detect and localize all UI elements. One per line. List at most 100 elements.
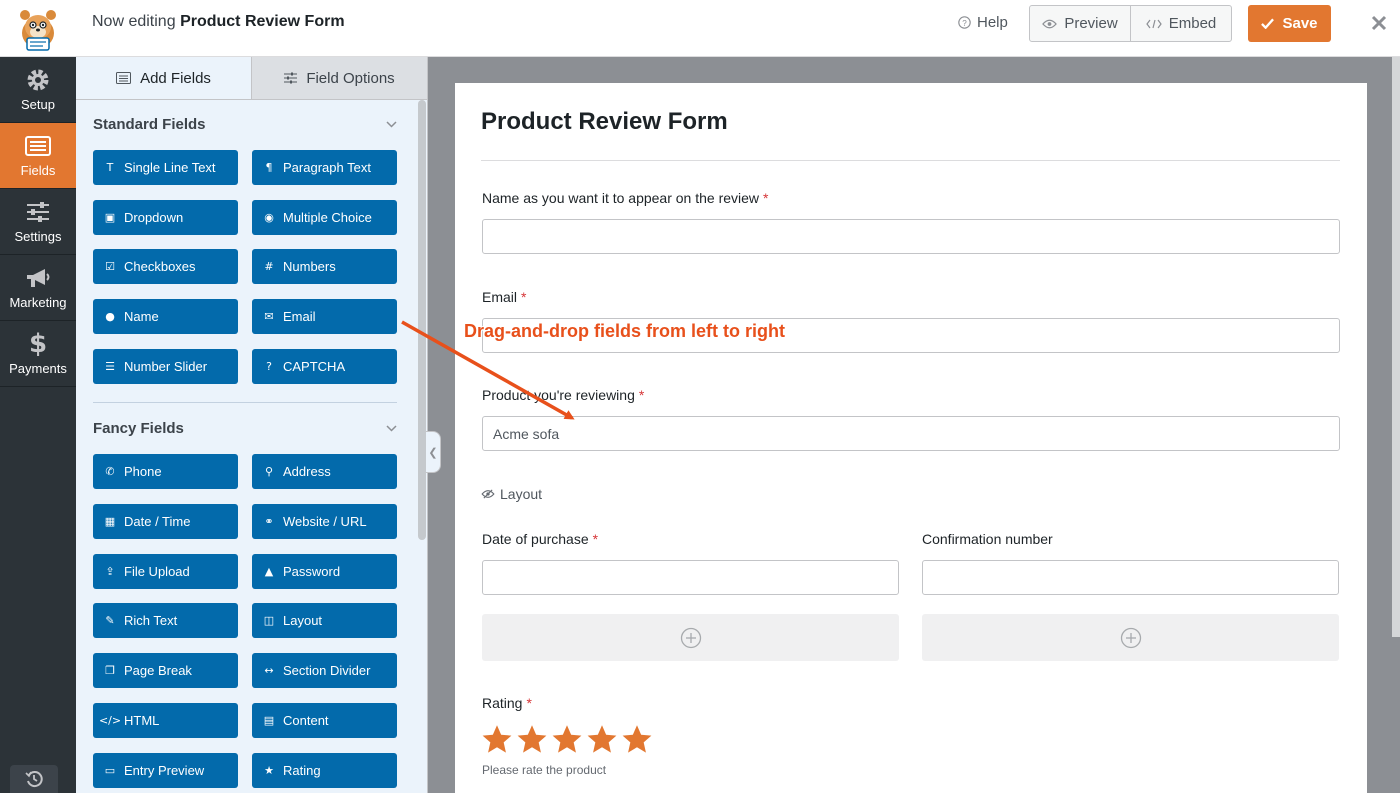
envelope-icon: ✉ — [264, 310, 274, 323]
sliders-icon — [26, 200, 50, 224]
name-field-label[interactable]: Name as you want it to appear on the rev… — [482, 190, 769, 206]
upload-icon: ⇪ — [105, 565, 115, 578]
save-label: Save — [1282, 15, 1318, 32]
plus-circle-icon — [1120, 627, 1141, 648]
field-label: Paragraph Text — [283, 160, 371, 175]
field-button-page-break[interactable]: ❐ Page Break — [93, 653, 238, 688]
star-icon[interactable] — [516, 724, 548, 755]
field-label: Page Break — [124, 663, 192, 678]
field-label: CAPTCHA — [283, 359, 346, 374]
field-button-email[interactable]: ✉ Email — [252, 299, 397, 334]
product-input[interactable]: Acme sofa — [482, 416, 1340, 451]
text-icon: T — [106, 161, 114, 174]
preview-scrollbar[interactable] — [1392, 57, 1400, 637]
tab-field-options[interactable]: Field Options — [251, 57, 427, 99]
star-icon[interactable] — [551, 724, 583, 755]
field-button-rich-text[interactable]: ✎ Rich Text — [93, 603, 238, 638]
close-builder-button[interactable] — [1358, 0, 1400, 46]
fancy-fields-heading[interactable]: Fancy Fields — [93, 420, 397, 437]
field-button-address[interactable]: ⚲ Address — [252, 454, 397, 489]
rating-field-label[interactable]: Rating * — [482, 695, 532, 711]
nav-item-fields[interactable]: Fields — [0, 123, 76, 189]
confirmation-field-label[interactable]: Confirmation number — [922, 531, 1053, 547]
field-label: Phone — [124, 464, 162, 479]
field-button-captcha[interactable]: ? CAPTCHA — [252, 349, 397, 384]
rating-stars[interactable] — [481, 724, 653, 755]
field-button-paragraph-text[interactable]: ¶ Paragraph Text — [252, 150, 397, 185]
field-label: Rich Text — [124, 613, 178, 628]
layout-column-dropzone-right[interactable] — [922, 614, 1339, 661]
save-button[interactable]: Save — [1248, 5, 1331, 42]
dropdown-icon: ▣ — [104, 211, 116, 224]
layout-block-label[interactable]: Layout — [481, 486, 542, 502]
wpforms-logo[interactable] — [0, 0, 76, 56]
field-button-number-slider[interactable]: ☰ Number Slider — [93, 349, 238, 384]
nav-label-setup: Setup — [21, 96, 55, 112]
field-label: Multiple Choice — [283, 210, 372, 225]
confirmation-input[interactable] — [922, 560, 1339, 595]
eye-slash-icon — [481, 489, 495, 499]
tab-add-fields[interactable]: Add Fields — [76, 57, 251, 99]
field-label: HTML — [124, 713, 160, 728]
layout-label-text: Layout — [500, 486, 543, 502]
field-label: Address — [283, 464, 331, 479]
field-button-content[interactable]: ▤ Content — [252, 703, 397, 738]
field-label: Entry Preview — [124, 763, 205, 778]
chevron-left-icon: ❮ — [428, 446, 438, 459]
nav-item-payments[interactable]: $ Payments — [0, 321, 76, 387]
date-input[interactable] — [482, 560, 899, 595]
field-button-password[interactable]: ▲ Password — [252, 554, 397, 589]
field-button-checkboxes[interactable]: ☑ Checkboxes — [93, 249, 238, 284]
standard-fields-heading[interactable]: Standard Fields — [93, 116, 397, 133]
field-button-entry-preview[interactable]: ▭ Entry Preview — [93, 753, 238, 788]
field-button-layout[interactable]: ◫ Layout — [252, 603, 397, 638]
columns-icon: ◫ — [263, 614, 275, 627]
field-button-section-divider[interactable]: ↔ Section Divider — [252, 653, 397, 688]
label-text: Date of purchase — [482, 531, 589, 547]
field-button-website-url[interactable]: ⚭ Website / URL — [252, 504, 397, 539]
name-input[interactable] — [482, 219, 1340, 254]
field-label: Section Divider — [283, 663, 371, 678]
nav-label-fields: Fields — [20, 162, 56, 178]
field-button-rating[interactable]: ★ Rating — [252, 753, 397, 788]
nav-item-setup[interactable]: Setup — [0, 57, 76, 123]
field-button-multiple-choice[interactable]: ◉ Multiple Choice — [252, 200, 397, 235]
tab-add-fields-label: Add Fields — [140, 69, 211, 87]
field-button-dropdown[interactable]: ▣ Dropdown — [93, 200, 238, 235]
field-button-phone[interactable]: ✆ Phone — [93, 454, 238, 489]
form-name: Product Review Form — [180, 13, 345, 30]
field-button-html[interactable]: </> HTML — [93, 703, 238, 738]
section-divider — [93, 402, 397, 403]
nav-item-marketing[interactable]: Marketing — [0, 255, 76, 321]
link-icon: ⚭ — [264, 515, 274, 528]
fields-panel: Add Fields Field Options Standard Fields… — [76, 57, 428, 793]
field-button-numbers[interactable]: # Numbers — [252, 249, 397, 284]
top-bar: Now editing Product Review Form ? Help P… — [0, 0, 1400, 57]
sliders-icon — [284, 72, 298, 84]
star-icon[interactable] — [586, 724, 618, 755]
collapse-panel-toggle[interactable]: ❮ — [426, 431, 441, 473]
product-field-label[interactable]: Product you're reviewing * — [482, 387, 644, 403]
embed-button[interactable]: Embed — [1130, 6, 1231, 41]
field-label: Email — [283, 309, 316, 324]
help-link[interactable]: ? Help — [958, 14, 1008, 31]
panel-scrollbar[interactable] — [418, 100, 426, 540]
label-text: Name as you want it to appear on the rev… — [482, 190, 760, 206]
required-marker: * — [526, 695, 532, 711]
revisions-button[interactable] — [10, 765, 58, 793]
nav-item-settings[interactable]: Settings — [0, 189, 76, 255]
email-field-label[interactable]: Email * — [482, 289, 526, 305]
question-icon: ? — [266, 360, 272, 373]
layout-column-dropzone-left[interactable] — [482, 614, 899, 661]
field-button-date-time[interactable]: ▦ Date / Time — [93, 504, 238, 539]
preview-button[interactable]: Preview — [1030, 6, 1130, 41]
field-button-single-line-text[interactable]: T Single Line Text — [93, 150, 238, 185]
date-field-label[interactable]: Date of purchase * — [482, 531, 598, 547]
field-button-file-upload[interactable]: ⇪ File Upload — [93, 554, 238, 589]
star-icon[interactable] — [481, 724, 513, 755]
star-icon[interactable] — [621, 724, 653, 755]
required-marker: * — [638, 387, 645, 403]
code-icon — [1145, 19, 1162, 28]
field-button-name[interactable]: ● Name — [93, 299, 238, 334]
code-icon: </> — [98, 714, 122, 727]
